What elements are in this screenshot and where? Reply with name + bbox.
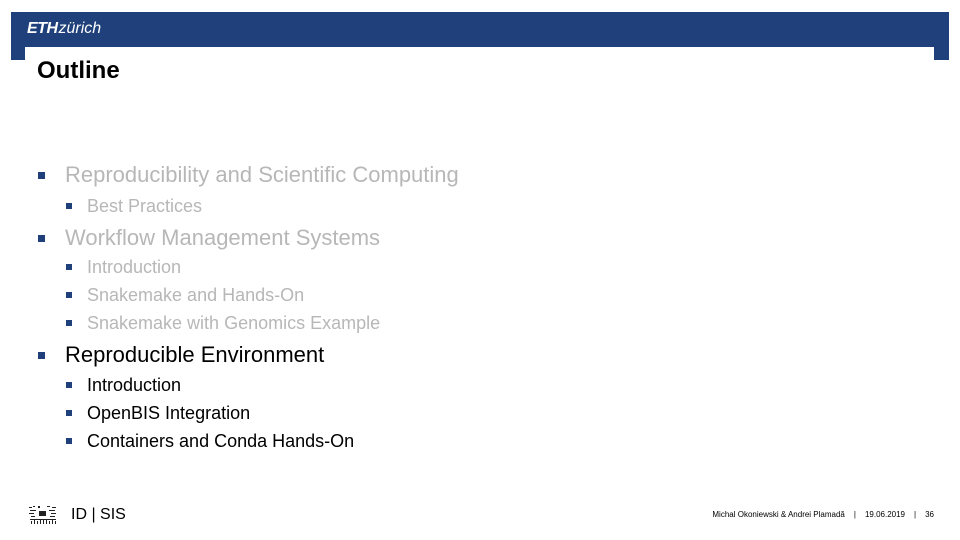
header-bar	[11, 12, 949, 47]
outline-subitem-label: Containers and Conda Hands-On	[87, 431, 355, 451]
bullet-square-icon	[66, 203, 72, 209]
bullet-square-icon	[66, 382, 72, 388]
bullet-square-icon	[66, 320, 72, 326]
footer-separator: |	[853, 510, 856, 519]
footer-department: ID | SIS	[71, 506, 126, 523]
bullet-square-icon	[38, 235, 45, 242]
page-number: 36	[925, 510, 934, 519]
outline-section-label: Reproducibility and Scientific Computing	[65, 162, 459, 187]
footer-meta: Michal Okoniewski & Andrei Plamadă | 19.06…	[712, 510, 934, 520]
outline-subitem-label: Snakemake with Genomics Example	[87, 313, 381, 333]
eth-logo: ETHzürich	[27, 19, 101, 39]
slide-title: Outline	[37, 57, 120, 84]
bullet-square-icon	[66, 264, 72, 270]
outline-subitem-label: Best Practices	[87, 196, 203, 216]
outline-section-label: Reproducible Environment	[65, 342, 325, 367]
outline-subitem-label: OpenBIS Integration	[87, 403, 251, 423]
header-tab-left	[11, 47, 25, 60]
footer-authors: Michal Okoniewski & Andrei Plamadă	[712, 510, 845, 519]
outline-subitem-label: Introduction	[87, 257, 182, 277]
bullet-square-icon	[66, 410, 72, 416]
logo-zurich: zürich	[58, 20, 102, 37]
outline-subitem-label: Snakemake and Hands-On	[87, 285, 305, 305]
bullet-square-icon	[66, 438, 72, 444]
footer-date: 19.06.2019	[864, 510, 906, 519]
bullet-square-icon	[66, 292, 72, 298]
logo-eth: ETH	[27, 20, 58, 37]
bullet-square-icon	[38, 172, 45, 179]
outline-subitem-label: Introduction	[87, 375, 182, 395]
footer-separator: |	[914, 510, 917, 519]
outline-section-label: Workflow Management Systems	[65, 225, 381, 250]
header-tab-right	[934, 47, 949, 60]
bullet-square-icon	[38, 352, 45, 359]
eth-globe-logo-icon	[29, 506, 56, 524]
